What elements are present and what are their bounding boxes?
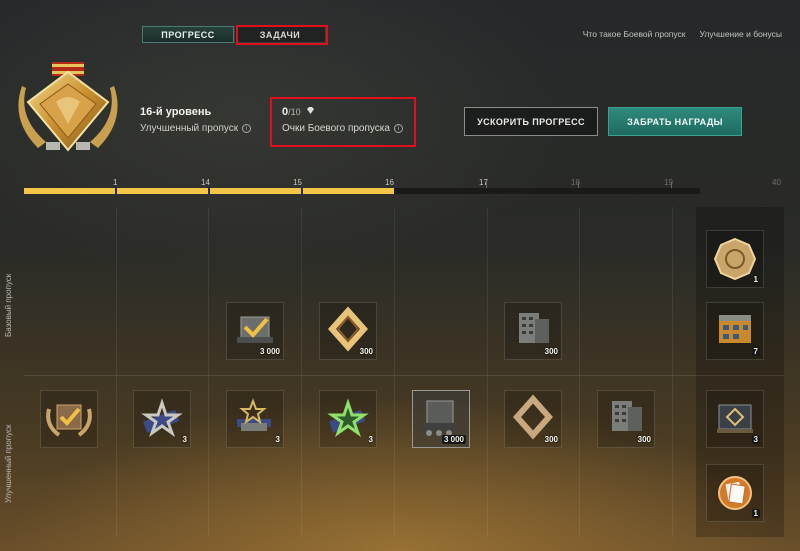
reward-cell[interactable]: 7 (706, 302, 764, 360)
tick-label: 1 (113, 178, 118, 187)
reward-count: 300 (359, 347, 373, 356)
reward-count: 300 (544, 347, 558, 356)
reward-cell[interactable]: 1 (706, 464, 764, 522)
grid-divider (579, 207, 580, 537)
link-upgrade-bonuses[interactable]: Улучшение и бонусы (700, 29, 782, 39)
battle-pass-badge-icon (18, 62, 118, 152)
reward-count: 3 (182, 435, 187, 444)
reward-count: 300 (637, 435, 651, 444)
grid-divider (208, 207, 209, 537)
grid-divider (672, 207, 673, 537)
tick-label: 15 (293, 178, 302, 187)
grid-divider (394, 207, 395, 537)
level-title: 16-й уровень (140, 106, 212, 118)
link-what-is-pass[interactable]: Что такое Боевой пропуск (583, 29, 686, 39)
reward-count: 3 000 (441, 435, 466, 444)
reward-cell[interactable]: 3 (133, 390, 191, 448)
progress-bar-divider (301, 187, 303, 195)
reward-count: 3 (751, 435, 760, 444)
reward-cell[interactable]: 1 (706, 230, 764, 288)
tick-label: 40 (772, 178, 781, 187)
reward-cell[interactable]: 3 000 (412, 390, 470, 448)
grid-divider (301, 207, 302, 537)
reward-cell[interactable]: 300 (504, 390, 562, 448)
pass-type: Улучшенный пропуск i (140, 123, 252, 134)
tick-label: 16 (385, 178, 394, 187)
progress-bar-mark (578, 182, 579, 188)
tick-label: 14 (201, 178, 210, 187)
reward-count: 3 (368, 435, 373, 444)
reward-cell[interactable]: 300 (319, 302, 377, 360)
reward-count: 1 (751, 275, 760, 284)
reward-cell[interactable]: 3 (706, 390, 764, 448)
laurel-badge-icon (46, 404, 92, 437)
pass-type-label: Улучшенный пропуск (140, 123, 239, 134)
row-label-base: Базовый пропуск (4, 273, 13, 337)
grid-divider (487, 207, 488, 537)
reward-count: 7 (751, 347, 760, 356)
reward-cell[interactable]: 3 000 (226, 302, 284, 360)
reward-count: 3 (275, 435, 280, 444)
tab-progress[interactable]: ПРОГРЕСС (142, 26, 234, 43)
speed-up-progress-button[interactable]: УСКОРИТЬ ПРОГРЕСС (464, 107, 598, 136)
top-links: Что такое Боевой пропуск Улучшение и бон… (583, 29, 782, 39)
rewards-grid: Базовый пропуск Улучшенный пропуск 3 000… (4, 207, 784, 537)
progress-bar-divider (115, 187, 117, 195)
reward-cell[interactable]: 3 (226, 390, 284, 448)
highlight-box-tasks (236, 25, 328, 45)
claim-rewards-button[interactable]: ЗАБРАТЬ НАГРАДЫ (608, 107, 742, 136)
row-label-improved: Улучшенный пропуск (4, 424, 13, 504)
reward-cell[interactable] (40, 390, 98, 448)
progress-bar-mark (486, 182, 487, 188)
highlight-box-points (270, 97, 416, 147)
row-divider (24, 375, 784, 376)
progress-bar-divider (208, 187, 210, 195)
reward-count: 1 (751, 509, 760, 518)
grid-divider (116, 207, 117, 537)
progress-bar-mark (671, 182, 672, 188)
reward-count: 300 (544, 435, 558, 444)
reward-cell[interactable]: 3 (319, 390, 377, 448)
reward-cell[interactable]: 300 (597, 390, 655, 448)
reward-cell[interactable]: 300 (504, 302, 562, 360)
info-icon[interactable]: i (242, 124, 252, 133)
reward-count: 3 000 (259, 347, 280, 356)
